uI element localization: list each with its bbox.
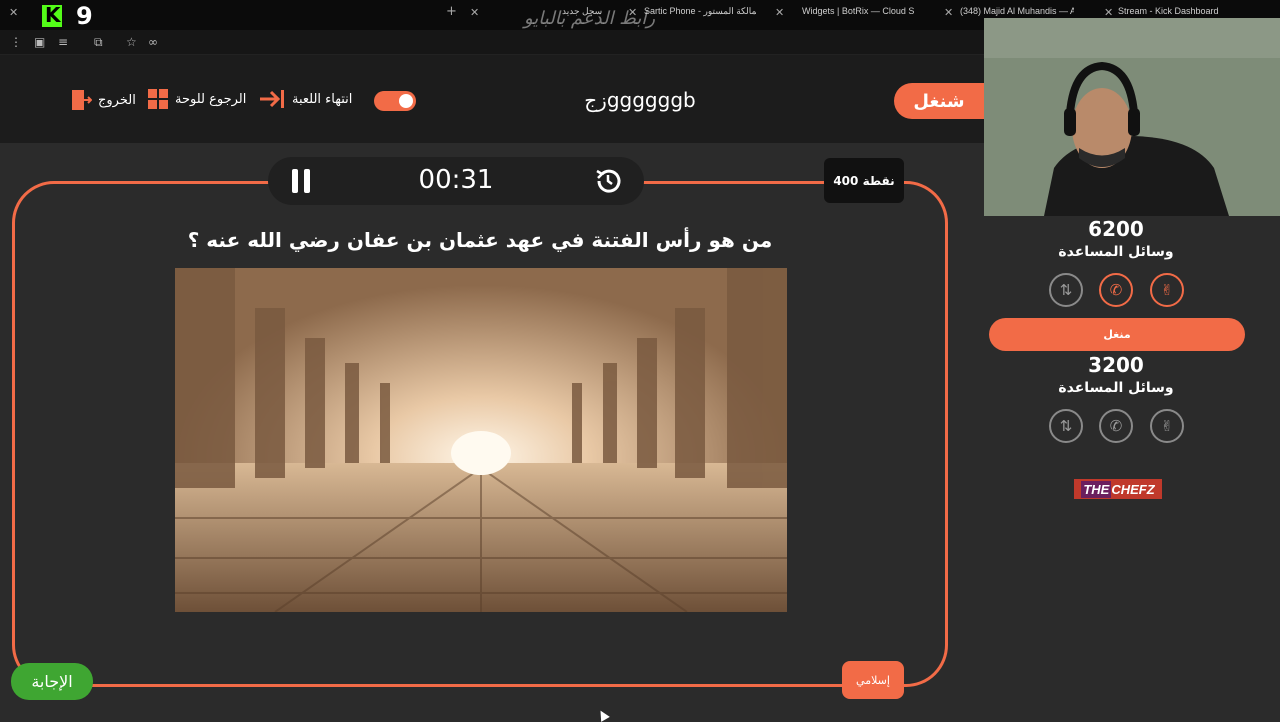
viewer-count-badge: 9 bbox=[76, 2, 93, 30]
back-to-board-button[interactable]: الرجوع للوحة bbox=[147, 88, 246, 110]
team1-swap-aid-icon[interactable]: ⇅ bbox=[1049, 273, 1083, 307]
stream-overlay-text: رابط الدعم بالبايو bbox=[524, 8, 656, 29]
team1-phone-aid-icon[interactable]: ✆ bbox=[1099, 273, 1133, 307]
logo-chefz: CHEFZ bbox=[1111, 481, 1155, 497]
tab-close-icon[interactable]: ✕ bbox=[944, 6, 953, 19]
menu-dots-icon[interactable]: ⋮ bbox=[10, 35, 22, 49]
reader-icon[interactable]: ∞ bbox=[148, 35, 158, 49]
bookmark-star-icon[interactable]: ☆ bbox=[126, 35, 137, 49]
kick-logo: K bbox=[42, 3, 62, 27]
question-image bbox=[175, 268, 787, 612]
toggle-knob bbox=[399, 94, 413, 108]
back-to-board-label: الرجوع للوحة bbox=[175, 91, 247, 107]
avatar[interactable]: ▣ bbox=[34, 35, 45, 49]
grid-icon bbox=[148, 89, 168, 109]
pause-icon[interactable] bbox=[290, 169, 312, 193]
reset-timer-icon[interactable] bbox=[593, 166, 623, 196]
extensions-icon[interactable]: ⧉ bbox=[94, 35, 103, 50]
new-tab-icon[interactable]: + bbox=[446, 4, 457, 19]
team-name-title: زجggggggb bbox=[584, 88, 696, 112]
answer-button[interactable]: الإجابة bbox=[11, 663, 93, 700]
team1-aids-label: وسائل المساعدة bbox=[1058, 244, 1174, 260]
end-game-label: انتهاء اللعبة bbox=[292, 91, 353, 107]
turn-toggle[interactable] bbox=[374, 91, 416, 111]
category-badge: إسلامي bbox=[842, 661, 904, 699]
exit-button[interactable]: الخروج bbox=[70, 88, 136, 112]
timer-display: 00:31 bbox=[418, 165, 494, 195]
team2-aids-label: وسائل المساعدة bbox=[1058, 380, 1174, 396]
arrow-right-icon bbox=[260, 90, 284, 108]
team2-phone-aid-icon[interactable]: ✆ bbox=[1099, 409, 1133, 443]
end-game-button[interactable]: انتهاء اللعبة bbox=[258, 88, 352, 110]
team2-name-bar[interactable]: منغل bbox=[989, 318, 1245, 351]
active-team-tab[interactable]: شنغل bbox=[894, 83, 984, 119]
tab-close-icon[interactable]: ✕ bbox=[470, 6, 479, 19]
team2-swap-aid-icon[interactable]: ⇅ bbox=[1049, 409, 1083, 443]
webcam-feed bbox=[984, 18, 1280, 216]
tab-3[interactable]: Widgets | BotRix — Cloud Stre bbox=[802, 6, 914, 24]
playlist-icon[interactable]: ≡ bbox=[58, 35, 68, 49]
timer-bar: 00:31 bbox=[268, 157, 644, 205]
question-points-badge: 400 نقطة bbox=[824, 158, 904, 203]
team1-double-aid-icon[interactable]: ✌ bbox=[1150, 273, 1184, 307]
exit-door-icon bbox=[72, 90, 92, 110]
team2-double-aid-icon[interactable]: ✌ bbox=[1150, 409, 1184, 443]
team2-score: 3200 bbox=[1088, 353, 1144, 377]
question-text: من هو رأس الفتنة في عهد عثمان بن عفان رض… bbox=[187, 228, 773, 252]
close-window-icon[interactable]: ✕ bbox=[9, 6, 18, 19]
logo-the: THE bbox=[1081, 480, 1112, 498]
tab-2[interactable]: Sartic Phone - المالكة المستور bbox=[644, 6, 756, 24]
exit-label: الخروج bbox=[98, 92, 136, 108]
team1-score: 6200 bbox=[1088, 217, 1144, 241]
the-chefz-logo: THE CHEFZ bbox=[1074, 479, 1162, 499]
tab-close-icon[interactable]: ✕ bbox=[775, 6, 784, 19]
